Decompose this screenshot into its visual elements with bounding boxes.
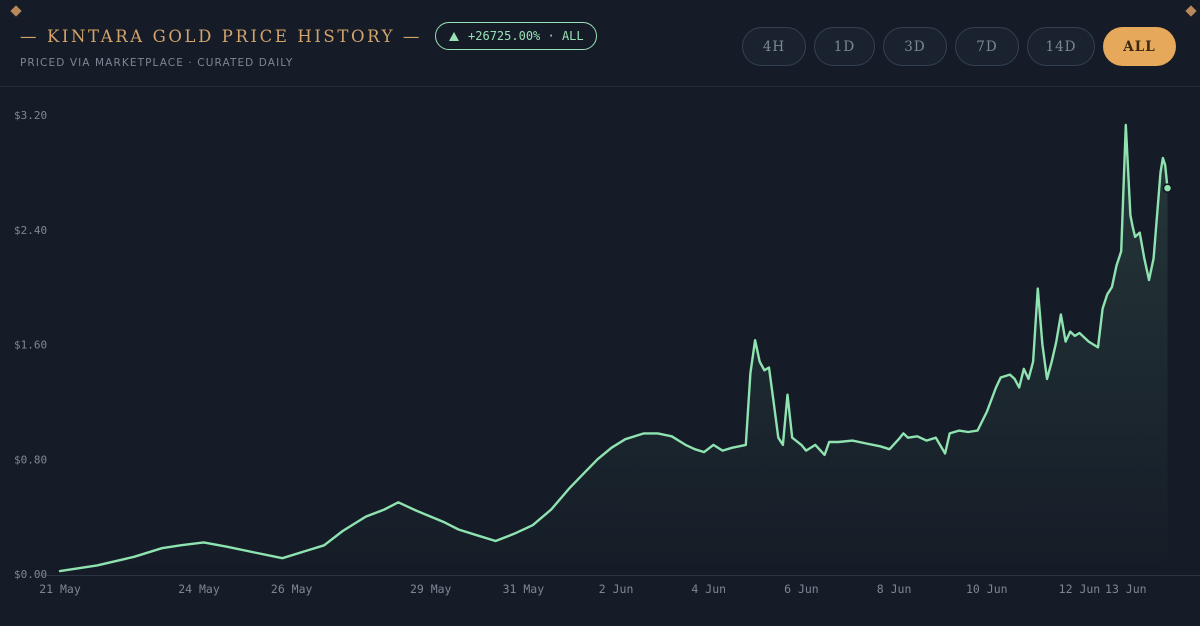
corner-ornament-right xyxy=(1185,5,1197,17)
range-button-all[interactable]: ALL xyxy=(1103,27,1176,66)
x-tick-label: 10 Jun xyxy=(966,582,1008,596)
series-area xyxy=(60,125,1168,574)
y-tick-label: $0.00 xyxy=(14,568,47,581)
range-selector: 4H 1D 3D 7D 14D ALL xyxy=(742,27,1176,66)
x-tick-label: 31 May xyxy=(503,582,545,596)
x-tick-label: 2 Jun xyxy=(599,582,634,596)
range-button-3d[interactable]: 3D xyxy=(883,27,947,66)
range-button-1d[interactable]: 1D xyxy=(814,27,875,66)
x-tick-label: 13 Jun xyxy=(1105,582,1147,596)
x-tick-label: 8 Jun xyxy=(877,582,912,596)
page-title: — KINTARA GOLD PRICE HISTORY — xyxy=(20,26,423,46)
range-button-7d[interactable]: 7D xyxy=(955,27,1019,66)
x-tick-label: 26 May xyxy=(271,582,313,596)
range-button-label: 7D xyxy=(976,38,998,55)
range-button-label: 3D xyxy=(904,38,926,55)
corner-ornament-left xyxy=(10,5,22,17)
x-tick-label: 21 May xyxy=(39,582,81,596)
x-tick-label: 24 May xyxy=(178,582,220,596)
range-button-4h[interactable]: 4H xyxy=(742,27,806,66)
change-badge: +26725.00% · ALL xyxy=(435,22,597,50)
y-tick-label: $3.20 xyxy=(14,109,47,122)
y-tick-label: $1.60 xyxy=(14,339,47,352)
arrow-up-icon xyxy=(449,31,460,41)
x-tick-label: 6 Jun xyxy=(784,582,819,596)
range-button-14d[interactable]: 14D xyxy=(1027,27,1095,66)
range-button-label: 14D xyxy=(1045,38,1077,55)
range-button-label: ALL xyxy=(1123,38,1156,55)
subtitle: PRICED VIA MARKETPLACE · CURATED DAILY xyxy=(20,57,294,69)
header: — KINTARA GOLD PRICE HISTORY — +26725.00… xyxy=(20,22,597,50)
range-button-label: 1D xyxy=(833,38,856,55)
y-tick-label: $0.80 xyxy=(14,453,47,466)
x-tick-label: 4 Jun xyxy=(691,582,726,596)
range-button-label: 4H xyxy=(762,38,786,55)
y-tick-label: $2.40 xyxy=(14,224,47,237)
change-badge-label: +26725.00% · ALL xyxy=(468,29,584,43)
latest-point-marker xyxy=(1162,183,1173,193)
x-tick-label: 12 Jun xyxy=(1059,582,1101,596)
price-chart: $0.00 $0.80 $1.60 $2.40 $3.20 21 May 24 May 26 … xyxy=(14,109,1200,596)
x-tick-label: 29 May xyxy=(410,582,452,596)
